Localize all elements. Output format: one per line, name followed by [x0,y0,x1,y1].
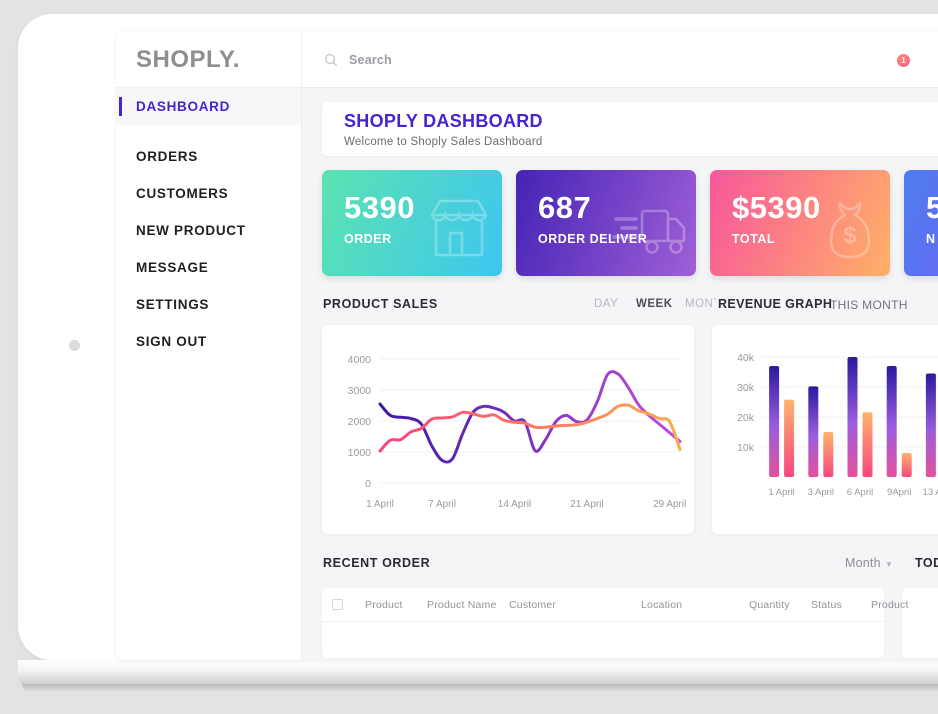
storefront-icon [424,197,494,261]
range-tab-day[interactable]: DAY [594,298,618,310]
month-filter-dropdown[interactable]: Month ▾ [845,556,891,570]
stat-icon [612,203,688,266]
range-tab-week[interactable]: WEEK [636,298,673,310]
stat-label: N [926,232,938,246]
svg-text:1000: 1000 [348,447,372,459]
revenue-graph-title: REVENUE GRAPH [716,297,832,311]
sidebar-gap [116,125,301,138]
device-base-shadow [22,684,938,692]
svg-text:40k: 40k [737,352,755,364]
sidebar-item-label: NEW PRODUCT [136,223,246,238]
recent-order-title: RECENT ORDER [323,556,430,570]
recent-order-table: ProductProduct NameCustomerLocationQuant… [322,588,884,658]
svg-text:30k: 30k [737,382,755,394]
svg-text:6 April: 6 April [847,487,873,498]
page-subtitle: Welcome to Shoply Sales Dashboard [344,136,938,148]
brand-logo: SHOPLY. [116,32,301,88]
device-base [18,660,938,686]
table-column-header: Location [641,599,749,611]
svg-text:0: 0 [365,478,371,490]
svg-text:13 April: 13 April [923,487,938,498]
sidebar-item-sign-out[interactable]: SIGN OUT [116,323,301,360]
svg-text:$: $ [843,222,857,249]
stat-card-order[interactable]: 5390ORDER [322,170,502,276]
charts-row: 0 1000 2000 3000 4000 1 April 7 April 14 April 2… [322,325,938,534]
svg-text:3000: 3000 [348,385,372,397]
recent-order-header-row: RECENT ORDER Month ▾ TOD [322,554,938,576]
search-input[interactable] [349,53,549,67]
table-column-header: Customer [509,599,641,611]
main-content: SHOPLY DASHBOARD Welcome to Shoply Sales… [302,88,938,660]
table-column-header: Quantity [749,599,811,611]
today-panel-title: TOD [915,556,938,570]
revenue-graph-subtitle: THIS MONTH [830,298,908,312]
stat-card-n[interactable]: 5N [904,170,938,276]
sidebar-item-label: MESSAGE [136,260,208,275]
svg-text:10k: 10k [737,442,755,454]
svg-text:4000: 4000 [348,354,372,366]
stat-icon: $ [818,197,882,266]
chevron-down-icon: ▾ [887,559,892,569]
svg-text:29 April: 29 April [653,499,686,510]
svg-text:20k: 20k [737,412,755,424]
stat-card-total[interactable]: $5390TOTAL$ [710,170,890,276]
sidebar-item-label: ORDERS [136,149,198,164]
sidebar-item-new-product[interactable]: NEW PRODUCT [116,212,301,249]
svg-text:1 April: 1 April [768,487,794,498]
money-bag-icon: $ [818,197,882,261]
product-sales-chart-card: 0 1000 2000 3000 4000 1 April 7 April 14 April 2… [322,325,694,534]
product-sales-title: PRODUCT SALES [323,297,438,311]
stat-value: 5 [926,192,938,223]
table-column-header: Product [365,599,427,611]
svg-text:9April: 9April [887,487,911,498]
svg-text:7 April: 7 April [428,499,456,510]
svg-text:2000: 2000 [348,416,372,428]
sidebar-item-message[interactable]: MESSAGE [116,249,301,286]
welcome-card: SHOPLY DASHBOARD Welcome to Shoply Sales… [322,102,938,156]
sidebar-item-label: DASHBOARD [136,99,230,114]
sidebar-item-orders[interactable]: ORDERS [116,138,301,175]
sidebar-item-label: SIGN OUT [136,334,207,349]
revenue-graph-chart-card: 10k 20k 30k 40k 1 April 3 April 6 April 9April 1… [712,325,938,534]
sidebar-item-customers[interactable]: CUSTOMERS [116,175,301,212]
topbar: 1 [302,32,938,88]
month-filter-label: Month [845,556,881,570]
delivery-truck-icon [612,203,688,261]
recent-order-row: ProductProduct NameCustomerLocationQuant… [322,588,938,658]
app-window: SHOPLY. DASHBOARD ORDERS CUSTOMERS NEW PROD… [116,32,938,660]
notification-badge[interactable]: 1 [897,54,910,67]
table-column-header: Product Name [427,599,509,611]
product-sales-line-chart: 0 1000 2000 3000 4000 1 April 7 April 14 April 2… [322,325,694,534]
stats-row: 5390ORDER687ORDER DELIVER$5390TOTAL$5N [322,170,938,276]
camera-dot-icon [69,340,80,351]
sidebar: SHOPLY. DASHBOARD ORDERS CUSTOMERS NEW PROD… [116,32,302,660]
sidebar-item-dashboard[interactable]: DASHBOARD [116,88,301,125]
search-box[interactable] [324,53,549,67]
revenue-bar-chart: 10k 20k 30k 40k 1 April 3 April 6 April 9April 1… [712,325,938,534]
sidebar-item-label: CUSTOMERS [136,186,228,201]
charts-header-row: PRODUCT SALES DAY WEEK MONTH REVENUE GRA… [322,294,938,318]
sidebar-item-label: SETTINGS [136,297,209,312]
table-header-row: ProductProduct NameCustomerLocationQuant… [322,588,884,622]
svg-text:1 April: 1 April [366,499,394,510]
stat-card-order-deliver[interactable]: 687ORDER DELIVER [516,170,696,276]
table-column-header: Status [811,599,871,611]
search-icon [324,53,338,67]
select-all-checkbox[interactable] [332,599,343,610]
svg-text:3 April: 3 April [808,487,834,498]
sidebar-nav: DASHBOARD ORDERS CUSTOMERS NEW PRODUCT MESSA… [116,88,301,360]
page-title: SHOPLY DASHBOARD [344,111,938,132]
svg-text:14 April: 14 April [498,499,531,510]
table-column-header: Product [871,599,931,611]
svg-text:21 April: 21 April [570,499,603,510]
stat-icon [424,197,494,266]
sidebar-item-settings[interactable]: SETTINGS [116,286,301,323]
